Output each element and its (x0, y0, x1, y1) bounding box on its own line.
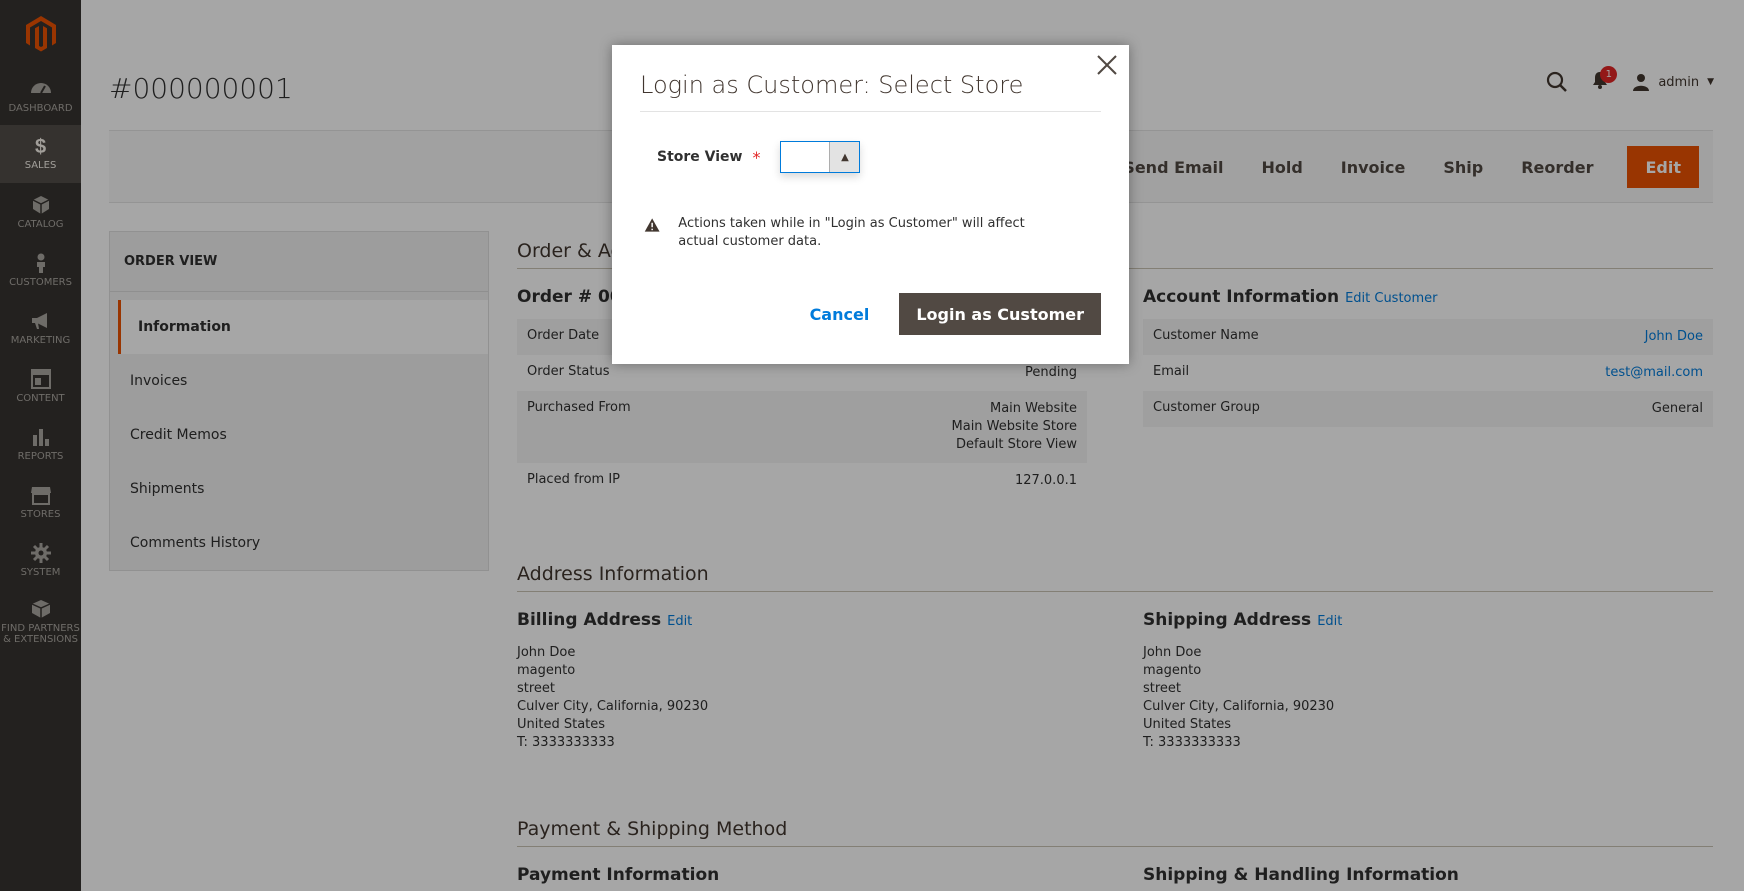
warning-text: Actions taken while in "Login as Custome… (678, 216, 1025, 249)
caret-up-icon[interactable]: ▲ (829, 142, 860, 172)
modal-actions: Cancel Login as Customer (798, 293, 1101, 335)
store-view-select-value (781, 142, 830, 172)
cancel-button[interactable]: Cancel (798, 295, 882, 334)
modal-title: Login as Customer: Select Store (640, 71, 1101, 112)
store-view-field: Store View * ▲ (657, 141, 861, 173)
warning-message: Actions taken while in "Login as Custome… (644, 215, 1044, 251)
login-as-customer-modal: Login as Customer: Select Store Store Vi… (612, 45, 1129, 364)
warning-icon (644, 218, 660, 232)
login-as-customer-button[interactable]: Login as Customer (899, 293, 1101, 335)
store-view-select[interactable]: ▲ (780, 141, 861, 173)
store-view-label: Store View (657, 149, 743, 165)
required-asterisk: * (752, 147, 761, 167)
